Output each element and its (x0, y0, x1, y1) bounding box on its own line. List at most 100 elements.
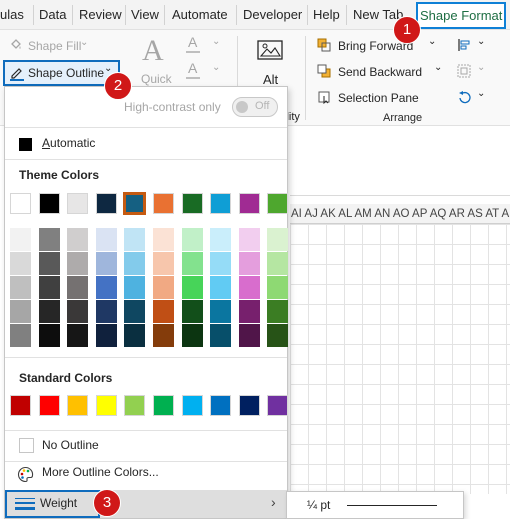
theme-shade-swatch[interactable] (181, 276, 203, 299)
weight-item[interactable]: Weight › (5, 490, 287, 518)
tab-separator (164, 5, 165, 25)
tab-formulas[interactable]: ulas (0, 0, 24, 30)
theme-shade-swatch[interactable] (38, 324, 60, 347)
theme-shade-swatch[interactable] (10, 252, 31, 275)
theme-shade-swatch[interactable] (181, 324, 203, 347)
theme-color-swatch[interactable] (238, 193, 260, 214)
theme-shade-swatch[interactable] (124, 300, 146, 323)
theme-shade-swatch[interactable] (10, 324, 31, 347)
theme-shade-swatch[interactable] (210, 324, 232, 347)
theme-shade-swatch[interactable] (124, 324, 146, 347)
theme-shade-swatch[interactable] (267, 324, 289, 347)
tab-shape-format[interactable]: Shape Format (416, 2, 507, 29)
theme-shade-swatch[interactable] (10, 228, 31, 251)
tab-data[interactable]: Data (39, 0, 66, 30)
theme-color-swatch[interactable] (210, 193, 232, 214)
theme-shade-swatch[interactable] (38, 252, 60, 275)
theme-shade-swatch[interactable] (210, 228, 232, 251)
theme-shade-swatch[interactable] (124, 252, 146, 275)
theme-shade-swatch[interactable] (95, 228, 117, 251)
theme-color-swatch[interactable] (123, 192, 147, 215)
theme-color-swatch[interactable] (267, 193, 289, 214)
theme-color-swatch[interactable] (38, 193, 60, 214)
alt-text-button[interactable]: Alt (263, 72, 278, 87)
tab-separator (307, 5, 308, 25)
chevron-down-icon[interactable]: ⌄ (434, 62, 442, 73)
text-outline-icon[interactable]: A (188, 60, 197, 76)
quick-styles-button[interactable]: Quick (141, 72, 172, 86)
theme-shade-swatch[interactable] (153, 228, 174, 251)
theme-shade-swatch[interactable] (124, 228, 146, 251)
automatic-color-item[interactable]: Automatic (5, 131, 287, 157)
theme-shade-swatch[interactable] (38, 228, 60, 251)
theme-shade-swatch[interactable] (153, 324, 174, 347)
theme-shade-swatch[interactable] (210, 300, 232, 323)
theme-shade-swatch[interactable] (238, 228, 260, 251)
theme-shade-swatch[interactable] (67, 276, 89, 299)
theme-shade-swatch[interactable] (210, 276, 232, 299)
standard-color-swatch[interactable] (210, 395, 232, 416)
theme-shade-swatch[interactable] (67, 228, 89, 251)
theme-shade-swatch[interactable] (267, 252, 289, 275)
theme-shade-swatch[interactable] (38, 276, 60, 299)
tab-automate[interactable]: Automate (172, 0, 228, 30)
standard-color-swatch[interactable] (10, 395, 31, 416)
standard-color-swatch[interactable] (238, 395, 260, 416)
send-backward-button[interactable]: Send Backward (338, 65, 422, 79)
weight-quarter-pt-item[interactable]: ¼ pt (287, 492, 463, 518)
theme-shade-swatch[interactable] (67, 252, 89, 275)
tab-developer[interactable]: Developer (243, 0, 302, 30)
theme-shade-swatch[interactable] (181, 300, 203, 323)
selection-pane-button[interactable]: Selection Pane (338, 91, 419, 105)
theme-shade-swatch[interactable] (181, 228, 203, 251)
chevron-down-icon[interactable]: ⌄ (428, 36, 436, 47)
theme-shade-swatch[interactable] (67, 324, 89, 347)
theme-shade-swatch[interactable] (10, 300, 31, 323)
theme-color-swatch[interactable] (95, 193, 117, 214)
theme-shade-swatch[interactable] (153, 276, 174, 299)
standard-color-swatch[interactable] (38, 395, 60, 416)
tab-help[interactable]: Help (313, 0, 340, 30)
theme-shade-swatch[interactable] (238, 324, 260, 347)
no-outline-item[interactable]: No Outline (5, 433, 287, 459)
theme-shade-swatch[interactable] (153, 252, 174, 275)
theme-shade-swatch[interactable] (238, 300, 260, 323)
theme-shade-swatch[interactable] (153, 300, 174, 323)
tab-view[interactable]: View (131, 0, 159, 30)
standard-color-swatch[interactable] (124, 395, 146, 416)
theme-shade-swatch[interactable] (210, 252, 232, 275)
standard-color-swatch[interactable] (95, 395, 117, 416)
theme-shade-swatch[interactable] (67, 300, 89, 323)
standard-color-swatch[interactable] (153, 395, 174, 416)
rotate-icon[interactable] (457, 90, 471, 104)
theme-shade-swatch[interactable] (95, 276, 117, 299)
text-fill-icon[interactable]: A (188, 34, 197, 50)
standard-color-swatch[interactable] (67, 395, 89, 416)
theme-shade-swatch[interactable] (95, 324, 117, 347)
worksheet-grid[interactable] (290, 224, 510, 494)
more-outline-colors-item[interactable]: More Outline Colors... (5, 461, 287, 487)
theme-shade-swatch[interactable] (238, 252, 260, 275)
theme-shade-swatch[interactable] (267, 228, 289, 251)
theme-shade-swatch[interactable] (181, 252, 203, 275)
high-contrast-toggle[interactable]: Off (232, 97, 278, 117)
theme-color-swatch[interactable] (10, 193, 31, 214)
theme-shade-swatch[interactable] (267, 276, 289, 299)
shape-outline-button[interactable]: Shape Outline ⌄ (3, 60, 120, 86)
group-objects-icon[interactable] (457, 64, 471, 78)
standard-color-swatch[interactable] (181, 395, 203, 416)
theme-shade-swatch[interactable] (238, 276, 260, 299)
theme-shade-swatch[interactable] (267, 300, 289, 323)
theme-color-swatch[interactable] (181, 193, 203, 214)
theme-shade-swatch[interactable] (95, 252, 117, 275)
theme-shade-swatch[interactable] (95, 300, 117, 323)
theme-shade-swatch[interactable] (10, 276, 31, 299)
theme-shade-swatch[interactable] (38, 300, 60, 323)
align-icon[interactable] (457, 38, 471, 52)
standard-color-swatch[interactable] (267, 395, 289, 416)
shape-fill-button[interactable]: Shape Fill (28, 39, 81, 53)
theme-shade-swatch[interactable] (124, 276, 146, 299)
theme-color-swatch[interactable] (153, 193, 174, 214)
tab-review[interactable]: Review (79, 0, 122, 30)
theme-color-swatch[interactable] (67, 193, 89, 214)
